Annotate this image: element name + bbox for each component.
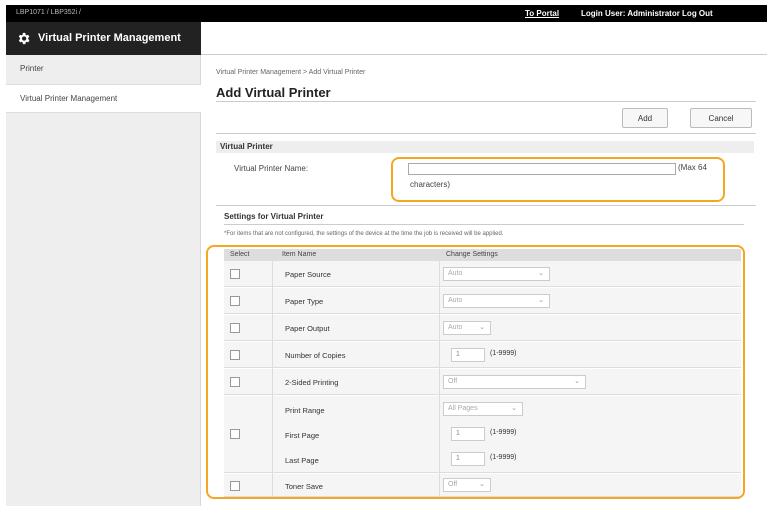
virtual-printer-name-label: Virtual Printer Name: [234,164,309,173]
sidebar: Printer Virtual Printer Management [6,55,201,506]
page-title: Add Virtual Printer [216,85,331,100]
device-name: LBP1071 / LBP352i / [16,9,81,16]
app-title: Virtual Printer Management [38,32,181,44]
highlight-settings-table [206,245,745,499]
highlight-name-field [391,157,725,202]
settings-section-title: Settings for Virtual Printer [224,212,324,221]
title-underline [216,101,756,102]
breadcrumb: Virtual Printer Management > Add Virtual… [216,69,366,76]
to-portal-link[interactable]: To Portal [525,9,559,18]
button-divider [216,133,756,134]
gear-icon [18,32,30,45]
cancel-button[interactable]: Cancel [690,108,752,128]
sidebar-item-virtual-printer-management[interactable]: Virtual Printer Management [6,84,201,113]
add-button[interactable]: Add [622,108,668,128]
app-title-bar: Virtual Printer Management [6,22,201,55]
virtual-printer-section-title: Virtual Printer [216,141,754,153]
settings-note: *For items that are not configured, the … [224,231,504,237]
sidebar-item-printer[interactable]: Printer [6,55,201,84]
section-divider [216,205,756,206]
settings-title-underline [224,224,744,225]
top-bar: LBP1071 / LBP352i / To Portal Login User… [6,5,767,22]
login-user-logout[interactable]: Login User: Administrator Log Out [581,9,713,18]
title-divider [201,54,767,55]
